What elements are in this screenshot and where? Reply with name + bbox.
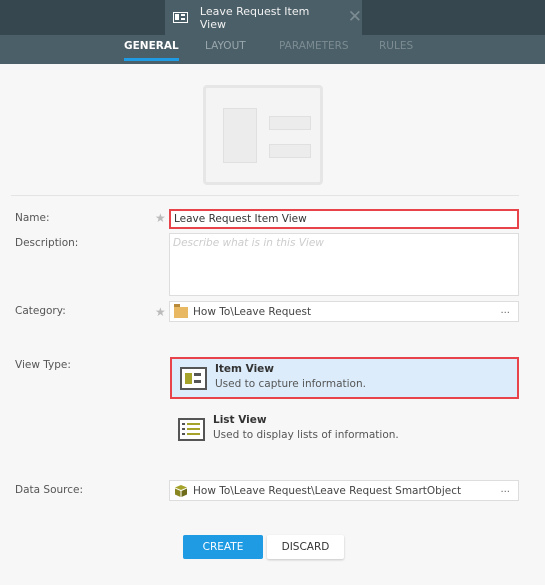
description-textarea[interactable]: Describe what is in this View — [169, 233, 519, 296]
create-button[interactable]: CREATE — [183, 535, 263, 559]
name-label: Name: — [15, 212, 50, 224]
tab-layout-label: LAYOUT — [205, 40, 246, 52]
smartobject-icon — [175, 484, 187, 497]
data-source-value: How To\Leave Request\Leave Request Smart… — [193, 484, 462, 497]
tab-layout[interactable]: LAYOUT — [205, 40, 246, 52]
preview-line-2 — [269, 144, 311, 158]
category-value: How To\Leave Request — [193, 305, 312, 318]
tab-rules[interactable]: RULES — [379, 40, 413, 52]
close-icon[interactable]: ✕ — [348, 9, 362, 26]
data-source-browse-button[interactable]: ... — [500, 484, 510, 495]
description-label: Description: — [15, 237, 79, 249]
document-tab[interactable]: Leave Request Item View ✕ — [165, 0, 362, 35]
tab-general-label: GENERAL — [124, 40, 179, 52]
view-preview-image — [203, 85, 323, 185]
view-type-item-view[interactable]: Item View Used to capture information. — [170, 357, 519, 399]
item-view-title: Item View — [215, 363, 275, 375]
document-tab-title: Leave Request Item View — [199, 4, 310, 31]
name-input[interactable]: Leave Request Item View — [169, 209, 519, 229]
list-view-title: List View — [213, 414, 267, 426]
list-view-icon — [178, 418, 205, 441]
view-type-list-view[interactable]: List View Used to display lists of infor… — [170, 410, 519, 450]
category-label: Category: — [15, 305, 66, 317]
required-star-icon: ★ — [155, 211, 166, 225]
active-tab-indicator — [124, 58, 179, 61]
required-star-icon: ★ — [155, 305, 166, 319]
category-picker[interactable]: How To\Leave Request ... — [169, 301, 519, 322]
title-bar: Leave Request Item View ✕ — [0, 0, 545, 35]
view-type-label: View Type: — [15, 359, 71, 371]
folder-icon — [174, 304, 188, 318]
item-view-icon — [180, 367, 207, 390]
item-view-icon — [173, 12, 188, 23]
tab-general[interactable]: GENERAL — [124, 40, 179, 61]
tab-parameters-label: PARAMETERS — [279, 40, 349, 52]
discard-button[interactable]: DISCARD — [267, 535, 344, 559]
preview-image-block — [223, 108, 257, 163]
tab-parameters[interactable]: PARAMETERS — [279, 40, 349, 52]
data-source-picker[interactable]: How To\Leave Request\Leave Request Smart… — [169, 480, 519, 501]
preview-line-1 — [269, 116, 311, 130]
category-browse-button[interactable]: ... — [500, 305, 510, 316]
tab-bar: GENERAL LAYOUT PARAMETERS RULES — [0, 35, 545, 64]
list-view-description: Used to display lists of information. — [213, 429, 399, 441]
divider — [11, 195, 519, 196]
tab-rules-label: RULES — [379, 40, 414, 52]
item-view-description: Used to capture information. — [215, 378, 366, 390]
data-source-label: Data Source: — [15, 484, 84, 496]
